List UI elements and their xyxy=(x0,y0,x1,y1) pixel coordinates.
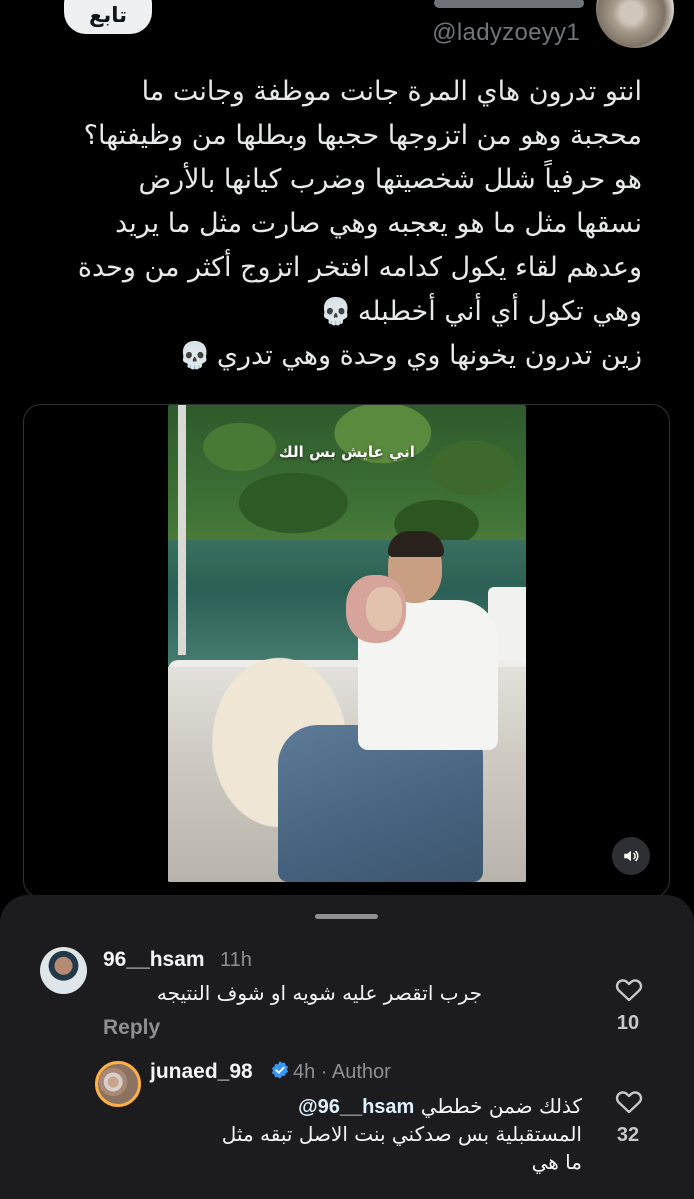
follow-button[interactable]: تابع xyxy=(64,0,152,34)
tweet-line: زين تدرون يخونها وي وحدة وهي تدري xyxy=(216,340,642,371)
reply-button[interactable]: Reply xyxy=(103,1016,160,1040)
video-caption: اني عايش بس الك xyxy=(279,443,415,461)
sheet-drag-handle[interactable] xyxy=(315,914,378,919)
tweet-line-with-emoji: زين تدرون يخونها وي وحدة وهي تدري💀 xyxy=(42,334,642,378)
forest-background xyxy=(168,405,526,545)
tweet-line: نسقها مثل ما هو يعجبه وهي صارت مثل ما ير… xyxy=(115,208,642,239)
mention-link[interactable]: @96__hsam xyxy=(298,1096,414,1118)
heart-icon[interactable] xyxy=(615,976,643,1002)
man-hair xyxy=(388,531,444,557)
tweet-line: انتو تدرون هاي المرة جانت موظفة وجانت ما xyxy=(141,76,642,107)
tweet-line: هو حرفياً شلل شخصيتها وضرب كيانها بالأرض xyxy=(138,164,642,195)
comment-meta: 4h · Author xyxy=(293,1061,391,1083)
author-handle[interactable]: @ladyzoeyy1 xyxy=(432,19,580,47)
skull-emoji: 💀 xyxy=(178,341,211,371)
comment-text-line: المستقبلية بس صدكني بنت الاصل تبقه مثل xyxy=(221,1122,582,1146)
skull-emoji: 💀 xyxy=(319,297,352,327)
comment-text-line: ما هي xyxy=(531,1150,582,1174)
tweet-line: وهي تكول أي أني أخطبله xyxy=(357,296,642,327)
comment-username[interactable]: junaed_98 xyxy=(150,1060,253,1084)
tweet-line-with-emoji: وهي تكول أي أني أخطبله💀 xyxy=(42,290,642,334)
speaker-icon xyxy=(624,850,639,862)
comment-text-line: كذلك ضمن خططي @96__hsam xyxy=(102,1092,582,1121)
comments-sheet[interactable]: 96__hsam 11h جرب اتقصر عليه شويه او شوف … xyxy=(0,895,694,1199)
comment-text: كذلك ضمن خططي xyxy=(420,1094,582,1118)
tweet-text: انتو تدرون هاي المرة جانت موظفة وجانت ما… xyxy=(42,70,642,378)
comment-username[interactable]: 96__hsam xyxy=(103,948,205,972)
woman-face xyxy=(366,587,402,631)
tweet-line: محجبة وهو من اتزوجها حجبها وبطلها من وظي… xyxy=(83,120,642,151)
author-avatar[interactable] xyxy=(596,0,674,48)
comment-text: جرب اتقصر عليه شويه او شوف النتيجه xyxy=(156,981,482,1005)
verified-badge-icon xyxy=(271,1061,289,1079)
mute-button[interactable] xyxy=(612,837,650,875)
comment-time: 11h xyxy=(220,949,252,971)
heart-icon[interactable] xyxy=(615,1088,643,1114)
like-count: 32 xyxy=(616,1124,640,1146)
like-count: 10 xyxy=(616,1012,640,1034)
video-player[interactable]: اني عايش بس الك xyxy=(168,405,526,882)
tweet-line: وعدهم لقاء يكول كدامه افتخر اتزوج أكثر م… xyxy=(77,252,642,283)
media-container[interactable]: اني عايش بس الك xyxy=(23,404,670,898)
display-name-obscured xyxy=(434,0,584,10)
